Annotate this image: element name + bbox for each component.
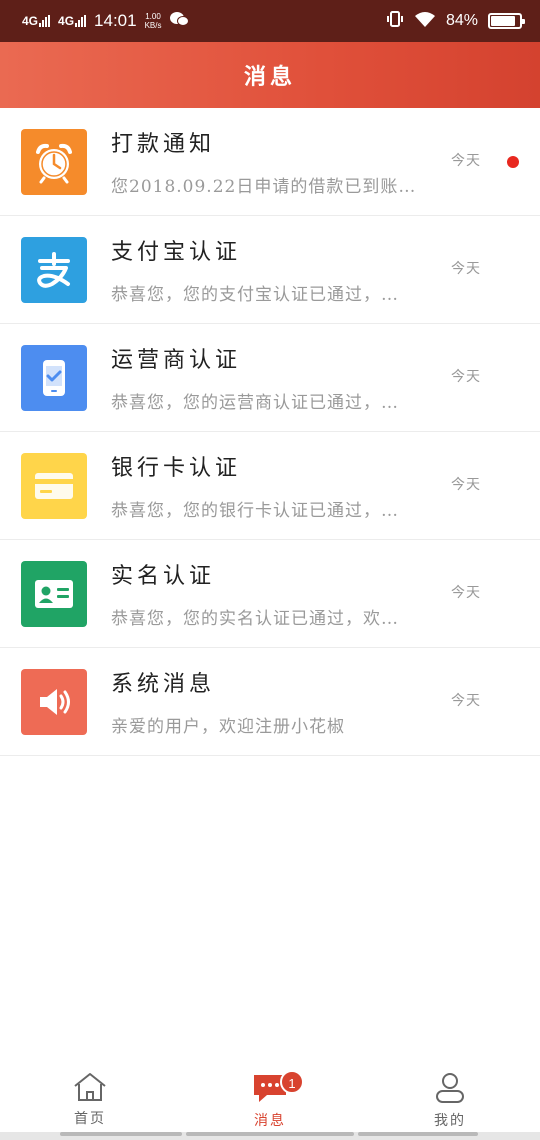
home-icon (72, 1072, 108, 1106)
message-preview: 恭喜您，您的实名认证已通过，欢… (111, 609, 399, 629)
page-title: 消息 (243, 64, 296, 90)
signal-icon-2: 4G (58, 14, 87, 28)
message-item[interactable]: 系统消息 亲爱的用户，欢迎注册小花椒 今天 (0, 648, 540, 756)
gesture-bar (0, 1132, 540, 1140)
phone-check-icon (21, 344, 87, 411)
message-date: 今天 (451, 585, 481, 601)
message-list: 打款通知 您2018.09.22日申请的借款已到账… 今天 支付宝认证 恭喜您，… (0, 108, 540, 756)
nav-home[interactable]: 首页 (0, 1060, 180, 1132)
message-title: 支付宝认证 (111, 240, 242, 265)
message-date: 今天 (451, 693, 481, 709)
battery-percent: 84% (445, 12, 478, 29)
network-type-1: 4G (22, 14, 39, 28)
user-icon (434, 1072, 466, 1108)
wechat-icon (169, 11, 190, 32)
message-date: 今天 (451, 369, 481, 385)
message-title: 实名认证 (111, 564, 216, 589)
id-card-icon (21, 560, 87, 627)
message-date: 今天 (451, 153, 481, 169)
nav-me-label: 我的 (434, 1113, 466, 1129)
bank-card-icon (21, 452, 87, 519)
nav-messages[interactable]: 1 消息 (180, 1060, 360, 1132)
bottom-nav: 首页 1 消息 我的 (0, 1060, 540, 1132)
message-item[interactable]: 实名认证 恭喜您，您的实名认证已通过，欢… 今天 (0, 540, 540, 648)
message-title: 打款通知 (111, 132, 216, 157)
alipay-icon (21, 236, 87, 303)
nav-messages-label: 消息 (254, 1113, 286, 1129)
clock: 14:01 (94, 11, 137, 30)
message-preview: 恭喜您，您的支付宝认证已通过，… (111, 285, 399, 305)
signal-icon: 4G (22, 14, 51, 28)
unread-count-badge: 1 (280, 1070, 304, 1094)
wifi-icon (414, 11, 436, 32)
message-item[interactable]: 打款通知 您2018.09.22日申请的借款已到账… 今天 (0, 108, 540, 216)
battery-icon (488, 13, 525, 29)
network-type-2: 4G (58, 14, 75, 28)
message-preview: 您2018.09.22日申请的借款已到账… (111, 177, 417, 197)
speaker-icon (21, 668, 87, 735)
message-item[interactable]: 银行卡认证 恭喜您，您的银行卡认证已通过，… 今天 (0, 432, 540, 540)
nav-home-label: 首页 (74, 1111, 106, 1127)
message-title: 系统消息 (111, 672, 216, 697)
message-date: 今天 (451, 261, 481, 277)
vibrate-icon (386, 10, 404, 33)
net-speed: 1.00 KB/s (145, 12, 162, 30)
unread-dot (507, 156, 519, 168)
message-date: 今天 (451, 477, 481, 493)
alarm-clock-icon (21, 128, 87, 195)
message-title: 银行卡认证 (111, 456, 242, 481)
status-bar: 4G 4G 14:01 1.00 KB/s 84% (0, 0, 540, 42)
message-preview: 亲爱的用户，欢迎注册小花椒 (111, 717, 345, 737)
message-title: 运营商认证 (111, 348, 242, 373)
net-speed-unit: KB/s (144, 21, 162, 30)
nav-me[interactable]: 我的 (360, 1060, 540, 1132)
message-preview: 恭喜您，您的银行卡认证已通过，… (111, 501, 399, 521)
message-preview: 恭喜您，您的运营商认证已通过，… (111, 393, 399, 413)
message-item[interactable]: 运营商认证 恭喜您，您的运营商认证已通过，… 今天 (0, 324, 540, 432)
net-speed-value: 1.00 (145, 12, 161, 21)
message-item[interactable]: 支付宝认证 恭喜您，您的支付宝认证已通过，… 今天 (0, 216, 540, 324)
header-bar: 消息 (0, 42, 540, 108)
